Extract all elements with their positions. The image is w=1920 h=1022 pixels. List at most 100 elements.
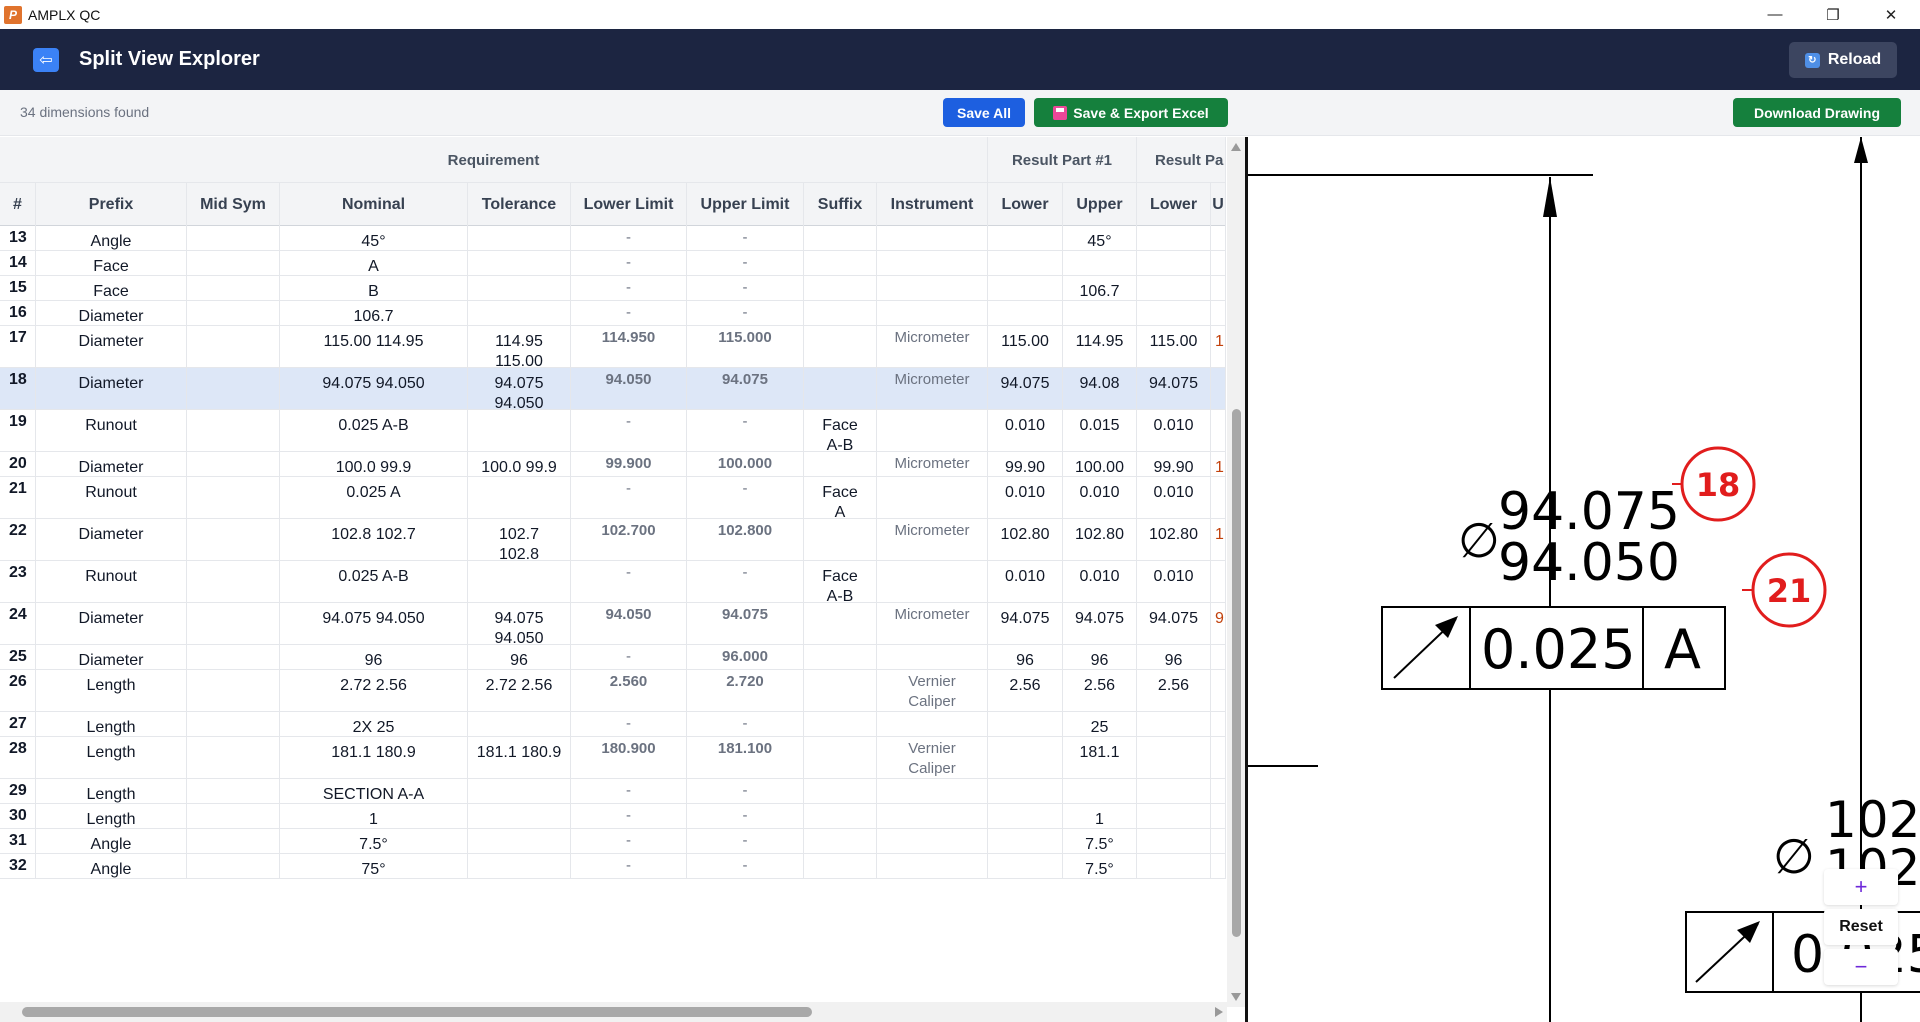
cell-r1-upper[interactable]: 181.1	[1063, 737, 1137, 778]
cell-midsym[interactable]	[187, 737, 280, 778]
cell-prefix[interactable]: Runout	[36, 477, 187, 518]
table-row[interactable]: 15 Face B - - 106.7	[0, 276, 1226, 301]
cell-r2-upper[interactable]: 1	[1211, 326, 1226, 367]
cell-tolerance[interactable]	[468, 712, 571, 736]
col-header-num[interactable]: #	[0, 183, 36, 226]
scroll-up-icon[interactable]	[1231, 143, 1241, 151]
cell-tolerance[interactable]: 94.075 94.050	[468, 368, 571, 409]
cell-suffix[interactable]	[804, 854, 877, 878]
cell-r2-upper[interactable]	[1211, 829, 1226, 853]
cell-r2-upper[interactable]: 1	[1211, 519, 1226, 560]
table-row[interactable]: 31 Angle 7.5° - - 7.5°	[0, 829, 1226, 854]
cell-r2-lower[interactable]	[1137, 854, 1211, 878]
zoom-in-button[interactable]: +	[1824, 869, 1898, 905]
cell-lower-limit[interactable]: 94.050	[571, 603, 687, 644]
table-row[interactable]: 29 Length SECTION A-A - -	[0, 779, 1226, 804]
cell-instrument[interactable]	[877, 712, 988, 736]
cell-r1-lower[interactable]	[988, 737, 1063, 778]
cell-prefix[interactable]: Angle	[36, 854, 187, 878]
scroll-down-icon[interactable]	[1231, 993, 1241, 1001]
table-row[interactable]: 32 Angle 75° - - 7.5°	[0, 854, 1226, 879]
cell-nominal[interactable]: 0.025 A-B	[280, 561, 468, 602]
vertical-scrollbar[interactable]	[1227, 137, 1245, 1007]
cell-upper-limit[interactable]: 102.800	[687, 519, 804, 560]
table-row[interactable]: 16 Diameter 106.7 - -	[0, 301, 1226, 326]
cell-lower-limit[interactable]: -	[571, 712, 687, 736]
cell-upper-limit[interactable]: -	[687, 712, 804, 736]
cell-midsym[interactable]	[187, 603, 280, 644]
cell-suffix[interactable]: Face A	[804, 477, 877, 518]
scroll-right-icon[interactable]	[1215, 1007, 1223, 1017]
cell-r2-lower[interactable]: 102.80	[1137, 519, 1211, 560]
cell-prefix[interactable]: Diameter	[36, 603, 187, 644]
cell-prefix[interactable]: Diameter	[36, 301, 187, 325]
cell-r1-lower[interactable]	[988, 804, 1063, 828]
cell-midsym[interactable]	[187, 226, 280, 250]
cell-upper-limit[interactable]: -	[687, 301, 804, 325]
cell-lower-limit[interactable]: -	[571, 410, 687, 451]
cell-r1-lower[interactable]: 96	[988, 645, 1063, 669]
cell-midsym[interactable]	[187, 368, 280, 409]
cell-tolerance[interactable]: 102.7 102.8	[468, 519, 571, 560]
download-drawing-button[interactable]: Download Drawing	[1733, 98, 1901, 127]
table-row[interactable]: 28 Length 181.1 180.9 181.1 180.9 180.900 181…	[0, 737, 1226, 779]
table-row[interactable]: 27 Length 2X 25 - - 25	[0, 712, 1226, 737]
cell-upper-limit[interactable]: -	[687, 804, 804, 828]
cell-lower-limit[interactable]: 2.560	[571, 670, 687, 711]
cell-suffix[interactable]: Face A-B	[804, 410, 877, 451]
cell-upper-limit[interactable]: -	[687, 477, 804, 518]
cell-nominal[interactable]: 102.8 102.7	[280, 519, 468, 560]
cell-r2-upper[interactable]	[1211, 779, 1226, 803]
cell-suffix[interactable]	[804, 737, 877, 778]
cell-suffix[interactable]	[804, 326, 877, 367]
cell-r2-upper[interactable]	[1211, 226, 1226, 250]
cell-lower-limit[interactable]: 99.900	[571, 452, 687, 476]
cell-r1-upper[interactable]: 25	[1063, 712, 1137, 736]
cell-nominal[interactable]: 106.7	[280, 301, 468, 325]
cell-instrument[interactable]	[877, 251, 988, 275]
zoom-reset-button[interactable]: Reset	[1824, 909, 1898, 945]
cell-instrument[interactable]	[877, 276, 988, 300]
cell-lower-limit[interactable]: -	[571, 779, 687, 803]
cell-instrument[interactable]	[877, 854, 988, 878]
col-header-instrument[interactable]: Instrument	[877, 183, 988, 226]
cell-r2-lower[interactable]: 0.010	[1137, 410, 1211, 451]
cell-prefix[interactable]: Face	[36, 251, 187, 275]
cell-midsym[interactable]	[187, 712, 280, 736]
cell-r2-upper[interactable]	[1211, 301, 1226, 325]
cell-lower-limit[interactable]: -	[571, 276, 687, 300]
cell-r2-lower[interactable]	[1137, 226, 1211, 250]
cell-instrument[interactable]: Micrometer	[877, 368, 988, 409]
col-header-r1-upper[interactable]: Upper	[1063, 183, 1137, 226]
cell-nominal[interactable]: SECTION A-A	[280, 779, 468, 803]
cell-midsym[interactable]	[187, 251, 280, 275]
cell-r2-upper[interactable]: 1	[1211, 452, 1226, 476]
cell-upper-limit[interactable]: -	[687, 226, 804, 250]
reload-button[interactable]: ↻ Reload	[1789, 42, 1897, 78]
cell-nominal[interactable]: 2.72 2.56	[280, 670, 468, 711]
cell-r2-lower[interactable]	[1137, 737, 1211, 778]
cell-prefix[interactable]: Length	[36, 712, 187, 736]
cell-upper-limit[interactable]: -	[687, 854, 804, 878]
cell-prefix[interactable]: Runout	[36, 410, 187, 451]
cell-nominal[interactable]: 100.0 99.9	[280, 452, 468, 476]
cell-r1-upper[interactable]: 45°	[1063, 226, 1137, 250]
cell-nominal[interactable]: 94.075 94.050	[280, 368, 468, 409]
cell-tolerance[interactable]: 100.0 99.9	[468, 452, 571, 476]
cell-suffix[interactable]	[804, 712, 877, 736]
cell-prefix[interactable]: Diameter	[36, 452, 187, 476]
cell-prefix[interactable]: Angle	[36, 829, 187, 853]
cell-r2-upper[interactable]	[1211, 251, 1226, 275]
cell-prefix[interactable]: Face	[36, 276, 187, 300]
cell-tolerance[interactable]	[468, 410, 571, 451]
cell-instrument[interactable]	[877, 804, 988, 828]
cell-r1-upper[interactable]: 0.010	[1063, 561, 1137, 602]
cell-r2-upper[interactable]: 9	[1211, 603, 1226, 644]
table-row[interactable]: 14 Face A - -	[0, 251, 1226, 276]
cell-upper-limit[interactable]: -	[687, 251, 804, 275]
cell-tolerance[interactable]	[468, 804, 571, 828]
cell-instrument[interactable]: Micrometer	[877, 519, 988, 560]
cell-r1-upper[interactable]: 96	[1063, 645, 1137, 669]
cell-lower-limit[interactable]: -	[571, 477, 687, 518]
cell-prefix[interactable]: Diameter	[36, 326, 187, 367]
